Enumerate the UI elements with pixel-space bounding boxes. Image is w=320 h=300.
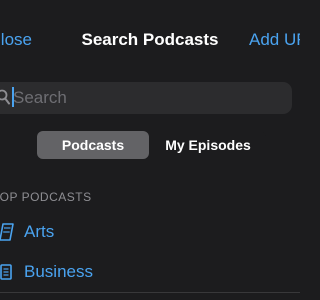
text-cursor [12, 87, 14, 107]
category-label-arts: Arts [24, 222, 55, 241]
category-label-business: Business [24, 262, 93, 281]
scope-segmented-control: Podcasts My Episodes [34, 131, 266, 159]
search-podcasts-screen: Close Search Podcasts Add URL Podcasts M… [0, 0, 300, 300]
navigation-bar: Close Search Podcasts Add URL [0, 0, 300, 80]
category-row-business[interactable]: Business [0, 252, 300, 292]
add-url-button-label: Add URL [249, 30, 300, 49]
search-icon [0, 89, 10, 105]
section-header-top-podcasts: TOP PODCASTS [0, 190, 92, 204]
row-divider [0, 292, 300, 293]
category-row-arts[interactable]: Arts [0, 212, 300, 252]
close-button-label: Close [0, 30, 32, 49]
close-button[interactable]: Close [0, 30, 32, 52]
segment-podcasts[interactable]: Podcasts [37, 131, 149, 159]
search-input[interactable] [13, 84, 283, 112]
arts-icon [0, 223, 14, 241]
segment-my-episodes[interactable]: My Episodes [152, 131, 264, 159]
business-icon [0, 264, 12, 280]
add-url-button[interactable]: Add URL [249, 30, 300, 52]
